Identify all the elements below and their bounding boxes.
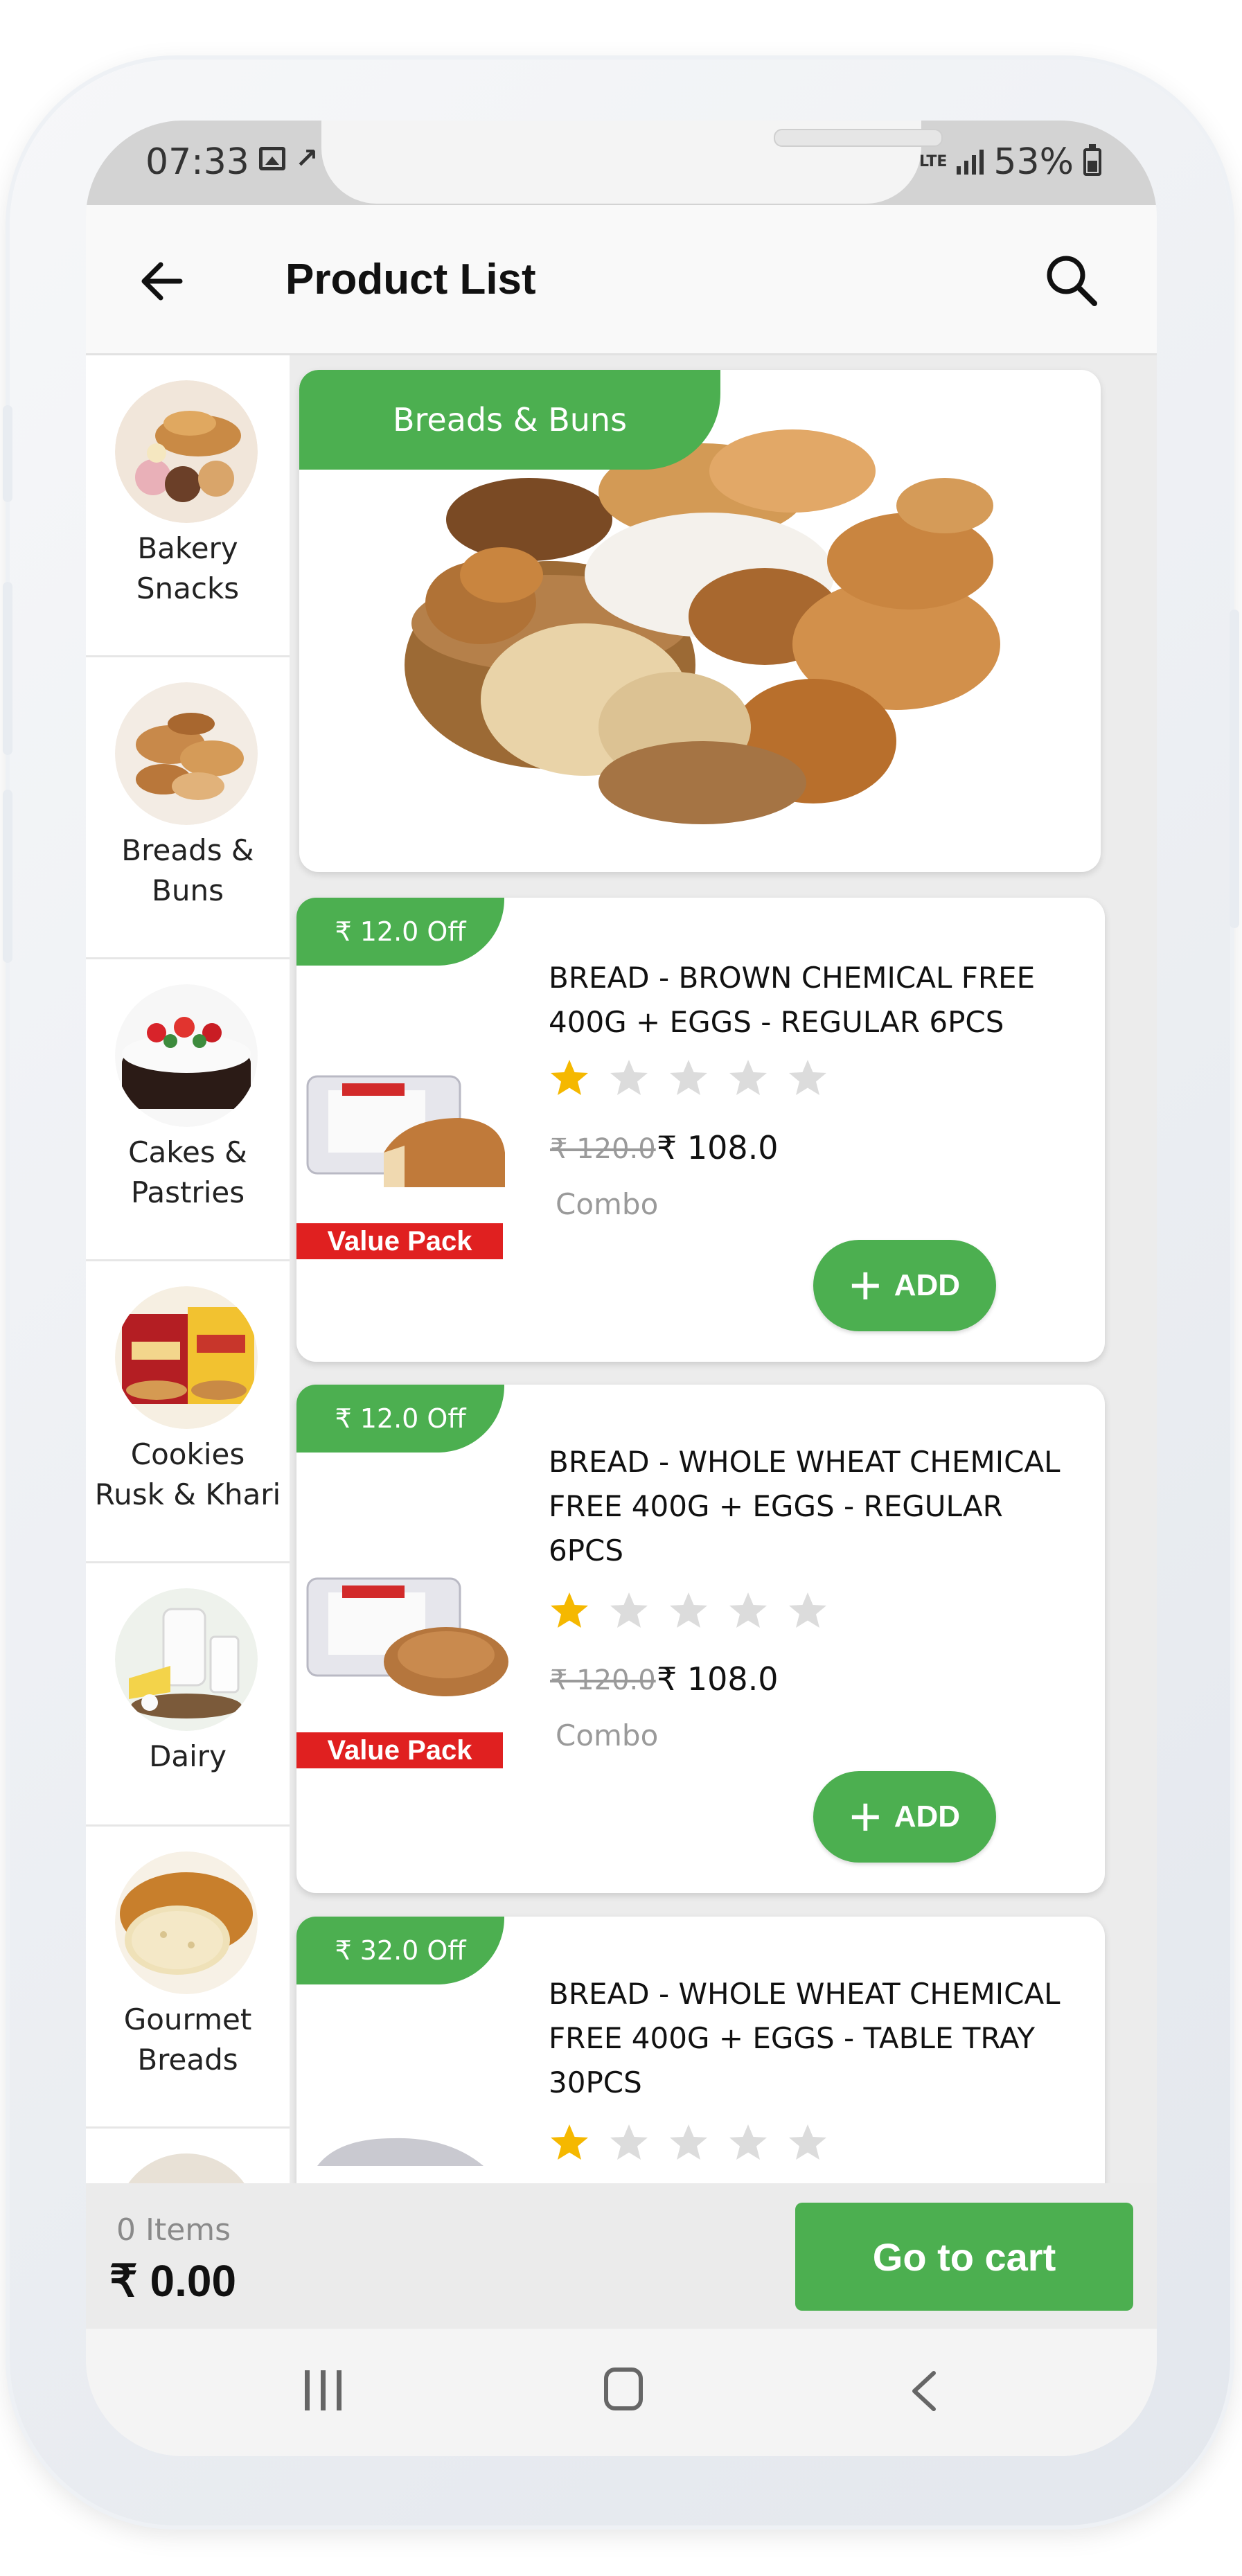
category-banner[interactable]: Breads & Buns <box>299 370 1101 872</box>
arrow-left-icon[interactable] <box>134 254 190 309</box>
phone-side-button <box>3 582 12 755</box>
star-filled-icon <box>551 1060 588 1095</box>
earpiece-speaker <box>774 129 943 147</box>
banner-title: Breads & Buns <box>299 370 720 470</box>
value-pack-badge: Value Pack <box>296 1732 503 1768</box>
app-bar: Product List <box>86 205 1157 355</box>
star-empty-icon <box>610 1592 648 1628</box>
cart-items-count: 0 Items <box>116 2212 231 2248</box>
product-list: Breads & Buns ₹ 12.0 Off Value Pack BREA… <box>290 355 1157 2259</box>
star-empty-icon <box>789 1592 826 1628</box>
phone-side-button <box>3 405 12 502</box>
add-to-cart-button[interactable]: + ADD <box>813 1240 996 1331</box>
product-image <box>306 1075 505 1187</box>
sidebar-item-label: Breads & Buns <box>121 833 254 907</box>
category-image <box>115 380 258 523</box>
category-image <box>115 1588 258 1731</box>
category-image <box>115 2153 258 2184</box>
cart-total: ₹ 0.00 <box>109 2256 237 2306</box>
status-bar: 07:33 ↗ LTE 53% <box>86 121 1157 205</box>
product-image <box>306 1577 508 1696</box>
category-image <box>115 984 258 1127</box>
sidebar-item-cookies-rusk-khari[interactable]: Cookies Rusk & Khari <box>86 1261 290 1563</box>
category-sidebar: Bakery Snacks Breads & Buns Cakes & Past… <box>86 355 292 2184</box>
network-type: LTE <box>919 153 948 170</box>
go-to-cart-button[interactable]: Go to cart <box>795 2203 1133 2311</box>
status-right: LTE 53% <box>919 141 1101 183</box>
sidebar-item-label: Gourmet Breads <box>123 2002 252 2077</box>
star-empty-icon <box>610 2124 648 2160</box>
star-empty-icon <box>729 1060 767 1095</box>
star-empty-icon <box>729 1592 767 1628</box>
sidebar-item-gourmet-breads[interactable]: Gourmet Breads <box>86 1827 290 2129</box>
star-empty-icon <box>610 1060 648 1095</box>
sale-price: ₹ 108.0 <box>657 1129 779 1166</box>
product-name: BREAD - BROWN CHEMICAL FREE 400G + EGGS … <box>549 961 1036 1039</box>
product-name: BREAD - WHOLE WHEAT CHEMICAL FREE 400G +… <box>549 1445 1061 1567</box>
sidebar-item-dairy[interactable]: Dairy <box>86 1563 290 1827</box>
battery-percent: 53% <box>993 141 1074 183</box>
discount-badge: ₹ 32.0 Off <box>296 1917 504 1984</box>
add-to-cart-button[interactable]: + ADD <box>813 1771 996 1863</box>
star-filled-icon <box>551 2124 588 2160</box>
page-title: Product List <box>285 256 536 303</box>
category-image <box>115 1286 258 1429</box>
sidebar-item-label: Dairy <box>149 1739 227 1773</box>
rating-stars <box>549 1057 828 1099</box>
add-label: ADD <box>894 1268 961 1302</box>
sidebar-item-breads-buns[interactable]: Breads & Buns <box>86 657 290 959</box>
star-empty-icon <box>789 1060 826 1095</box>
value-pack-badge: Value Pack <box>296 1223 503 1259</box>
star-empty-icon <box>670 2124 707 2160</box>
product-card[interactable]: ₹ 12.0 Off Value Pack BREAD - WHOLE WHEA… <box>296 1385 1105 1893</box>
plus-icon: + <box>849 1786 882 1847</box>
signal-icon <box>957 150 984 175</box>
home-icon[interactable] <box>604 2368 643 2410</box>
star-empty-icon <box>670 1592 707 1628</box>
product-name: BREAD - WHOLE WHEAT CHEMICAL FREE 400G +… <box>549 1977 1061 2099</box>
battery-icon <box>1083 144 1101 176</box>
add-label: ADD <box>894 1800 961 1833</box>
discount-badge: ₹ 12.0 Off <box>296 1385 504 1453</box>
rating-stars <box>549 1590 828 1631</box>
category-image <box>115 682 258 825</box>
product-type: Combo <box>556 1187 659 1221</box>
product-image <box>317 2138 484 2166</box>
notification-icons: ↗ <box>259 143 319 175</box>
camera-notch <box>321 121 943 204</box>
sidebar-item-label: Cakes & Pastries <box>128 1135 247 1209</box>
sidebar-item-bakery-snacks[interactable]: Bakery Snacks <box>86 355 290 657</box>
star-filled-icon <box>551 1592 588 1628</box>
original-price: ₹ 120.0 <box>550 1133 656 1165</box>
phone-side-button <box>1230 610 1239 928</box>
recent-apps-icon[interactable] <box>305 2370 341 2410</box>
sidebar-item-label: Cookies Rusk & Khari <box>94 1437 281 1511</box>
star-empty-icon <box>729 2124 767 2160</box>
plus-icon: + <box>849 1254 882 1316</box>
image-notification-icon <box>259 147 285 170</box>
star-empty-icon <box>789 2124 826 2160</box>
phone-screen: 07:33 ↗ LTE 53% Product List Bakery Snac… <box>86 121 1157 2456</box>
phone-side-button <box>3 790 12 963</box>
sidebar-item-cakes-pastries[interactable]: Cakes & Pastries <box>86 959 290 1261</box>
search-icon[interactable] <box>1040 249 1103 312</box>
back-nav-icon[interactable] <box>903 2369 945 2413</box>
original-price: ₹ 120.0 <box>550 1664 656 1696</box>
product-type: Combo <box>556 1718 659 1752</box>
discount-badge: ₹ 12.0 Off <box>296 898 504 966</box>
system-nav-bar <box>86 2329 1157 2456</box>
sidebar-item-label: Bakery Snacks <box>136 531 240 605</box>
product-card[interactable]: ₹ 12.0 Off Value Pack BREAD - BROWN CHEM… <box>296 898 1105 1362</box>
category-image <box>115 1851 258 1994</box>
star-empty-icon <box>670 1060 707 1095</box>
notification-icon: ↗ <box>295 143 319 175</box>
rating-stars <box>549 2122 828 2163</box>
status-time: 07:33 <box>145 141 249 183</box>
sidebar-item-more[interactable] <box>86 2129 290 2184</box>
sale-price: ₹ 108.0 <box>657 1660 779 1698</box>
cart-summary-bar: 0 Items ₹ 0.00 Go to cart <box>86 2183 1157 2329</box>
